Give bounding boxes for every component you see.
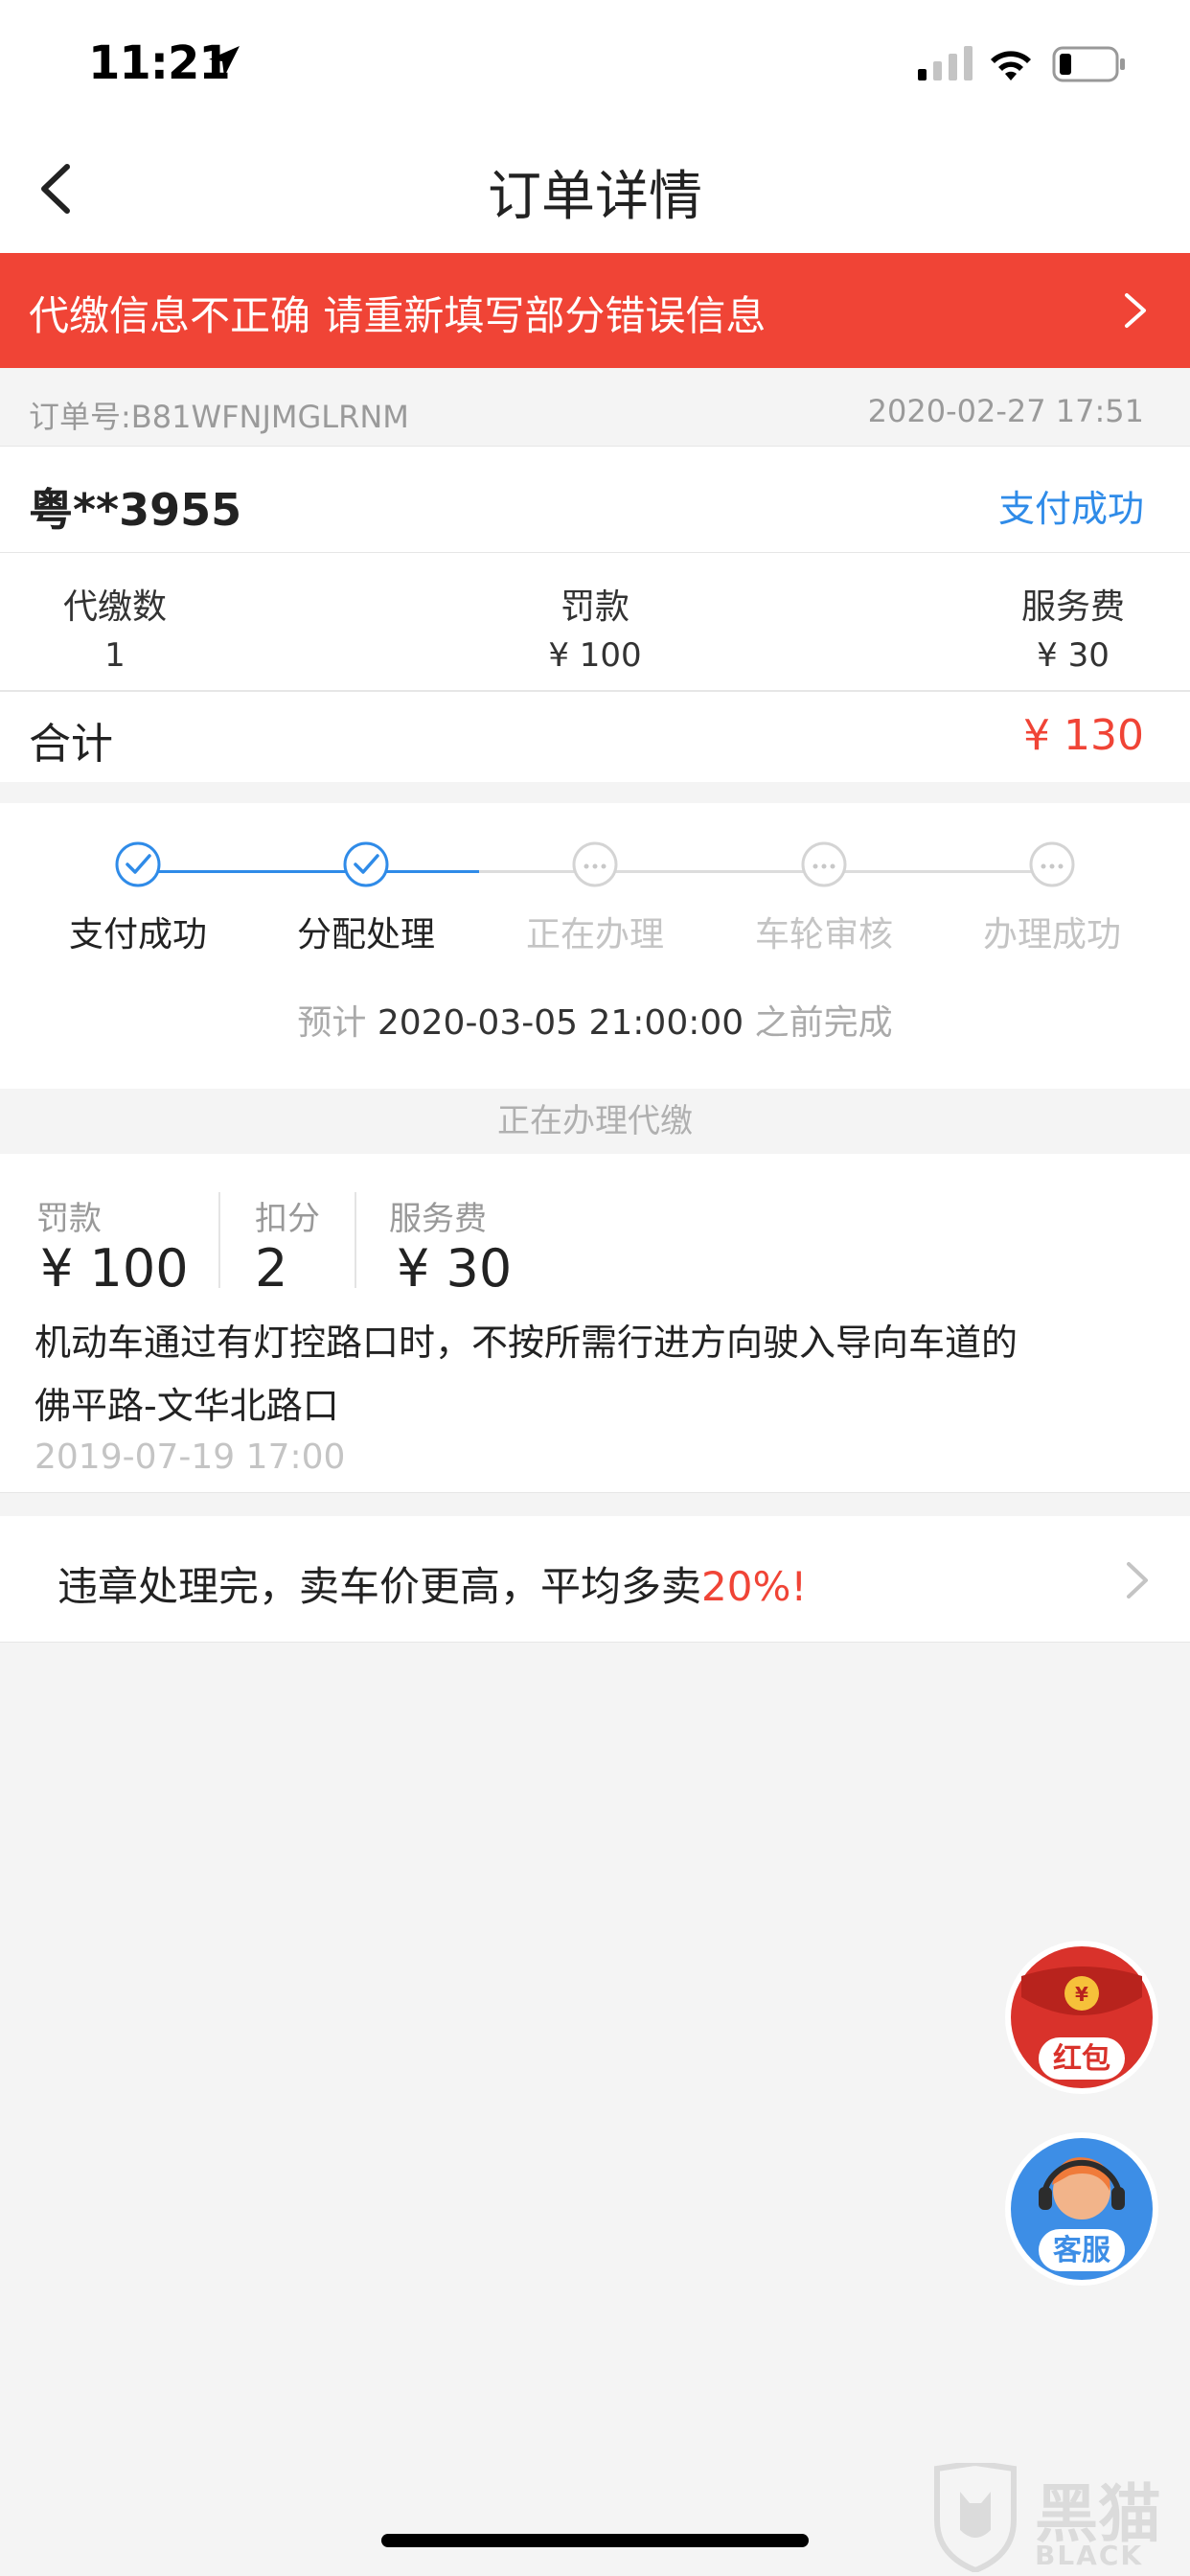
estimate-text: 预计 2020-03-05 21:00:00 之前完成 (0, 995, 1190, 1045)
cat-shield-logo-icon (934, 2459, 1017, 2574)
cellular-signal-icon (918, 46, 973, 80)
order-number: 订单号:B81WFNJMGLRNM (29, 399, 409, 435)
divider (0, 690, 1190, 692)
pending-circle-icon (801, 841, 847, 887)
fine-label: 罚款 (560, 587, 629, 627)
location-arrow-icon (209, 46, 240, 77)
violation-date: 2019-07-19 17:00 (34, 1438, 346, 1477)
promo-main: 违章处理完，卖车价更高，平均多卖 (57, 1563, 702, 1610)
chevron-right-icon (1125, 293, 1146, 328)
error-banner[interactable]: 代缴信息不正确 请重新填写部分错误信息 (0, 253, 1190, 368)
violation-points-value: 2 (255, 1238, 288, 1299)
chevron-right-icon (1127, 1562, 1148, 1598)
violation-fee-label: 服务费 (389, 1200, 487, 1238)
status-bar: 11:21 (0, 0, 1190, 126)
estimate-suffix: 之前完成 (754, 1003, 893, 1043)
step-review: 车轮审核 (728, 841, 920, 956)
check-circle-icon (115, 841, 161, 887)
check-circle-icon (343, 841, 389, 887)
customer-service-button[interactable]: 客服 (1002, 2129, 1161, 2288)
sell-car-promo[interactable]: 违章处理完，卖车价更高，平均多卖20%! (0, 1516, 1190, 1643)
step-paid: 支付成功 (42, 841, 234, 956)
count-label: 代缴数 (62, 587, 167, 627)
navigation-bar: 订单详情 (0, 126, 1190, 253)
banner-text: 代缴信息不正确 请重新填写部分错误信息 (29, 292, 767, 339)
promo-highlight: 20%! (701, 1563, 808, 1610)
total-label: 合计 (29, 720, 113, 769)
violation-fine-label: 罚款 (36, 1200, 102, 1238)
violation-fee-value: ¥ 30 (397, 1238, 513, 1299)
violation-points-label: 扣分 (255, 1200, 320, 1238)
home-indicator[interactable] (381, 2534, 809, 2547)
wifi-icon (991, 51, 1031, 80)
watermark-subtext: BLACK CAT (1035, 2540, 1144, 2576)
violation-card[interactable]: 罚款 ¥ 100 扣分 2 服务费 ¥ 30 机动车通过有灯控路口时，不按所需行… (0, 1154, 1190, 1493)
fine-column: 罚款 ¥ 100 (518, 579, 672, 675)
divider (218, 1192, 220, 1288)
progress-card: 支付成功 分配处理 正在办理 车轮审核 办理成功 预计 2020-03-05 2… (0, 803, 1190, 1089)
step-label: 正在办理 (525, 915, 664, 954)
count-column: 代缴数 1 (38, 579, 192, 675)
svg-text:¥: ¥ (1075, 1983, 1088, 2006)
customer-service-label: 客服 (1053, 2234, 1111, 2267)
order-info-line: 订单号:B81WFNJMGLRNM 2020-02-27 17:51 (0, 368, 1190, 447)
black-cat-watermark: 黑猫 BLACK CAT (927, 2459, 1186, 2576)
battery-icon (1052, 46, 1125, 82)
violation-reason: 机动车通过有灯控路口时，不按所需行进方向驶入导向车道的 (34, 1322, 1018, 1364)
divider (0, 552, 1190, 553)
payment-status: 支付成功 (997, 488, 1144, 530)
section-header: 正在办理代缴 (497, 1102, 693, 1140)
total-value: ¥ 130 (1023, 711, 1144, 760)
step-assigned: 分配处理 (270, 841, 462, 956)
step-label: 车轮审核 (754, 915, 893, 954)
step-label: 分配处理 (296, 915, 435, 954)
red-packet-button[interactable]: ¥ 红包 (1002, 1938, 1161, 2097)
license-plate: 粤**3955 (29, 484, 242, 536)
service-fee-label: 服务费 (1020, 587, 1125, 627)
fine-value: ¥ 100 (548, 636, 642, 675)
violation-location: 佛平路-文华北路口 (34, 1385, 339, 1427)
violation-fine-value: ¥ 100 (40, 1238, 189, 1299)
violation-description: 机动车通过有灯控路口时，不按所需行进方向驶入导向车道的 佛平路-文华北路口 (34, 1311, 1018, 1438)
service-fee-value: ¥ 30 (1037, 636, 1110, 675)
page-title: 订单详情 (488, 166, 702, 228)
step-label: 支付成功 (68, 915, 207, 954)
order-summary-card: 粤**3955 支付成功 代缴数 1 罚款 ¥ 100 服务费 ¥ 30 合计 … (0, 447, 1190, 782)
count-value: 1 (104, 636, 126, 675)
pending-circle-icon (1029, 841, 1075, 887)
divider (355, 1192, 356, 1288)
order-datetime: 2020-02-27 17:51 (867, 393, 1144, 429)
step-processing: 正在办理 (499, 841, 691, 956)
promo-text: 违章处理完，卖车价更高，平均多卖20%! (57, 1554, 807, 1613)
step-complete: 办理成功 (956, 841, 1148, 956)
pending-circle-icon (572, 841, 618, 887)
estimate-time: 2020-03-05 21:00:00 (377, 1003, 744, 1043)
service-fee-column: 服务费 ¥ 30 (996, 579, 1150, 675)
estimate-prefix: 预计 (297, 1003, 367, 1043)
step-label: 办理成功 (982, 915, 1121, 954)
red-packet-label: 红包 (1053, 2042, 1110, 2076)
